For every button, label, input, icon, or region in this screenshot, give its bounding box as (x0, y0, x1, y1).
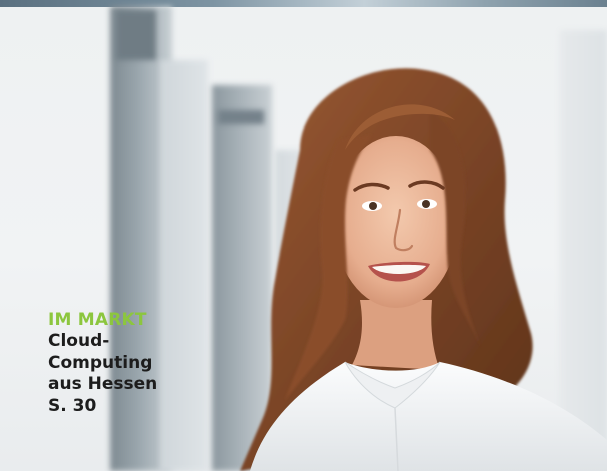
section-label: IM MARKT (48, 310, 147, 330)
page-reference: S. 30 (48, 395, 97, 416)
article-teaser[interactable]: IM MARKT Cloud- Computing aus Hessen S. … (48, 309, 198, 417)
neck (352, 300, 440, 370)
teaser-headline: Cloud- Computing aus Hessen (48, 331, 158, 394)
magazine-teaser: IM MARKT Cloud- Computing aus Hessen S. … (0, 0, 607, 471)
